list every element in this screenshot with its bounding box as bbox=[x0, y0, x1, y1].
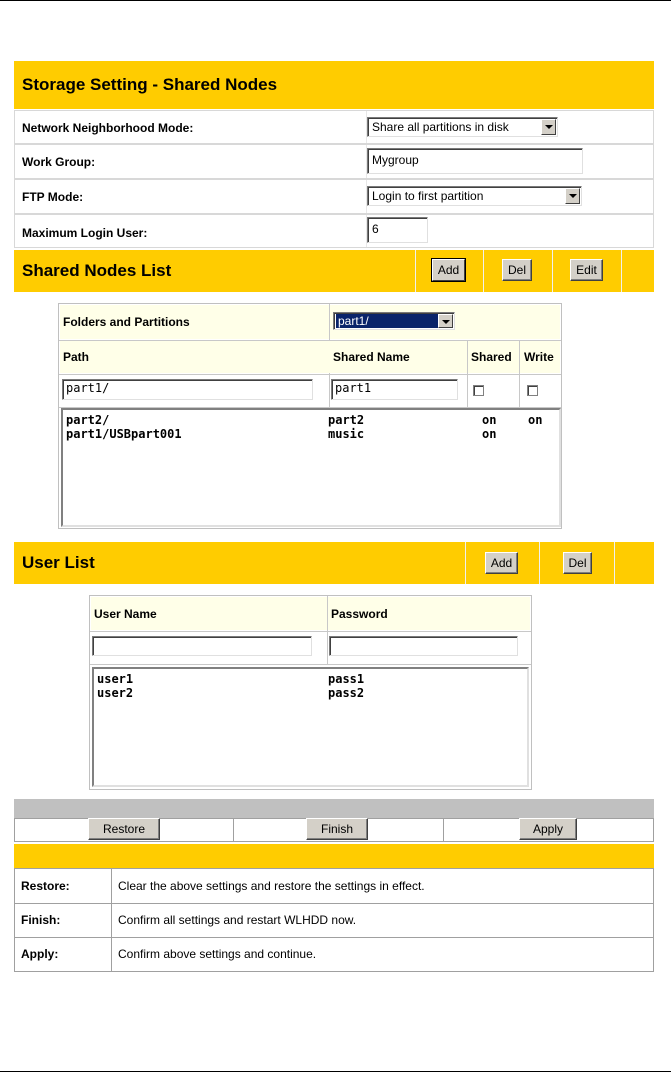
list-item: music bbox=[328, 427, 365, 441]
col-write: Write bbox=[524, 350, 554, 364]
list-item: on bbox=[482, 427, 497, 441]
divider bbox=[90, 664, 531, 665]
shared-del-button[interactable]: Del bbox=[502, 259, 532, 281]
divider bbox=[621, 250, 622, 292]
help-table: Restore: Clear the above settings and re… bbox=[14, 868, 654, 972]
work-group-label: Work Group: bbox=[22, 155, 96, 169]
network-mode-label: Network Neighborhood Mode: bbox=[22, 121, 194, 135]
max-login-label: Maximum Login User: bbox=[22, 226, 148, 240]
shared-name-input[interactable]: part1 bbox=[331, 379, 458, 400]
list-item: part2 bbox=[328, 413, 365, 427]
user-add-button[interactable]: Add bbox=[485, 552, 518, 574]
ftp-mode-label: FTP Mode: bbox=[22, 190, 84, 204]
folders-select[interactable]: part1/ bbox=[333, 312, 455, 330]
chevron-down-icon bbox=[541, 119, 556, 135]
write-checkbox[interactable] bbox=[527, 385, 538, 396]
folders-row: Folders and Partitions bbox=[60, 305, 560, 339]
user-del-button[interactable]: Del bbox=[563, 552, 592, 574]
help-term-restore: Restore: bbox=[21, 879, 70, 893]
apply-button[interactable]: Apply bbox=[519, 818, 577, 840]
ftp-mode-value: Login to first partition bbox=[372, 189, 484, 203]
shared-checkbox[interactable] bbox=[473, 385, 484, 396]
list-item: on bbox=[528, 413, 543, 427]
shared-add-button[interactable]: Add bbox=[432, 259, 465, 281]
password-input[interactable] bbox=[329, 636, 518, 656]
max-login-row: Maximum Login User: bbox=[14, 214, 654, 248]
chevron-down-icon bbox=[438, 314, 453, 328]
action-bar-top bbox=[14, 799, 654, 818]
divider bbox=[443, 819, 444, 841]
user-columns-row: User Name Password bbox=[91, 597, 530, 630]
shared-edit-button[interactable]: Edit bbox=[570, 259, 603, 281]
work-group-input[interactable]: Mygroup bbox=[367, 148, 583, 174]
divider bbox=[15, 937, 653, 938]
work-group-value: Mygroup bbox=[372, 153, 419, 167]
page-title: Storage Setting - Shared Nodes bbox=[22, 75, 278, 94]
help-text-apply: Confirm above settings and continue. bbox=[118, 947, 317, 961]
list-item: pass2 bbox=[328, 686, 365, 700]
col-shared: Shared bbox=[471, 350, 512, 364]
divider bbox=[552, 250, 553, 292]
divider bbox=[15, 903, 653, 904]
user-listbox[interactable]: user1 pass1 user2 pass2 bbox=[92, 667, 529, 787]
folders-label: Folders and Partitions bbox=[63, 315, 190, 329]
network-mode-value: Share all partitions in disk bbox=[372, 120, 509, 134]
list-item: user2 bbox=[97, 686, 134, 700]
top-rule bbox=[0, 0, 671, 1]
divider bbox=[465, 542, 466, 584]
divider bbox=[614, 542, 615, 584]
divider bbox=[111, 869, 112, 971]
ftp-mode-select[interactable]: Login to first partition bbox=[367, 186, 582, 206]
list-item: user1 bbox=[97, 672, 134, 686]
bottom-rule bbox=[0, 1071, 671, 1072]
folders-value: part1/ bbox=[336, 314, 438, 328]
path-input[interactable]: part1/ bbox=[62, 379, 313, 400]
storage-header: Storage Setting - Shared Nodes bbox=[14, 61, 654, 109]
shared-nodes-title: Shared Nodes List bbox=[22, 261, 172, 280]
col-password: Password bbox=[331, 607, 388, 621]
divider bbox=[233, 819, 234, 841]
shared-name-input-value: part1 bbox=[335, 381, 372, 395]
divider bbox=[59, 340, 561, 341]
list-item: part1/USBpart001 bbox=[66, 427, 182, 441]
network-mode-select[interactable]: Share all partitions in disk bbox=[367, 117, 558, 137]
chevron-down-icon bbox=[565, 188, 580, 204]
divider bbox=[539, 542, 540, 584]
path-input-value: part1/ bbox=[66, 381, 110, 395]
user-name-input[interactable] bbox=[92, 636, 312, 656]
col-path: Path bbox=[63, 350, 90, 364]
divider bbox=[90, 631, 531, 632]
finish-button[interactable]: Finish bbox=[306, 818, 368, 840]
list-item: pass1 bbox=[328, 672, 365, 686]
divider bbox=[59, 374, 561, 375]
col-user-name: User Name bbox=[94, 607, 157, 621]
restore-button[interactable]: Restore bbox=[88, 818, 160, 840]
help-header bbox=[14, 844, 654, 868]
help-text-finish: Confirm all settings and restart WLHDD n… bbox=[118, 913, 357, 927]
shared-nodes-listbox[interactable]: part2/ part2 on on part1/USBpart001 musi… bbox=[61, 408, 561, 527]
columns-row: Path Shared Name Shared Write bbox=[60, 341, 560, 373]
max-login-input[interactable]: 6 bbox=[367, 217, 428, 243]
list-item: part2/ bbox=[66, 413, 110, 427]
user-list-title: User List bbox=[22, 553, 95, 572]
list-item: on bbox=[482, 413, 497, 427]
help-text-restore: Clear the above settings and restore the… bbox=[118, 879, 425, 893]
divider bbox=[483, 250, 484, 292]
divider bbox=[415, 250, 416, 292]
user-list-header: User List bbox=[14, 542, 654, 584]
shared-nodes-header: Shared Nodes List bbox=[14, 250, 654, 292]
help-term-finish: Finish: bbox=[21, 913, 61, 927]
max-login-value: 6 bbox=[372, 222, 379, 236]
network-mode-row: Network Neighborhood Mode: bbox=[14, 110, 654, 144]
help-term-apply: Apply: bbox=[21, 947, 59, 961]
col-shared-name: Shared Name bbox=[333, 350, 410, 364]
